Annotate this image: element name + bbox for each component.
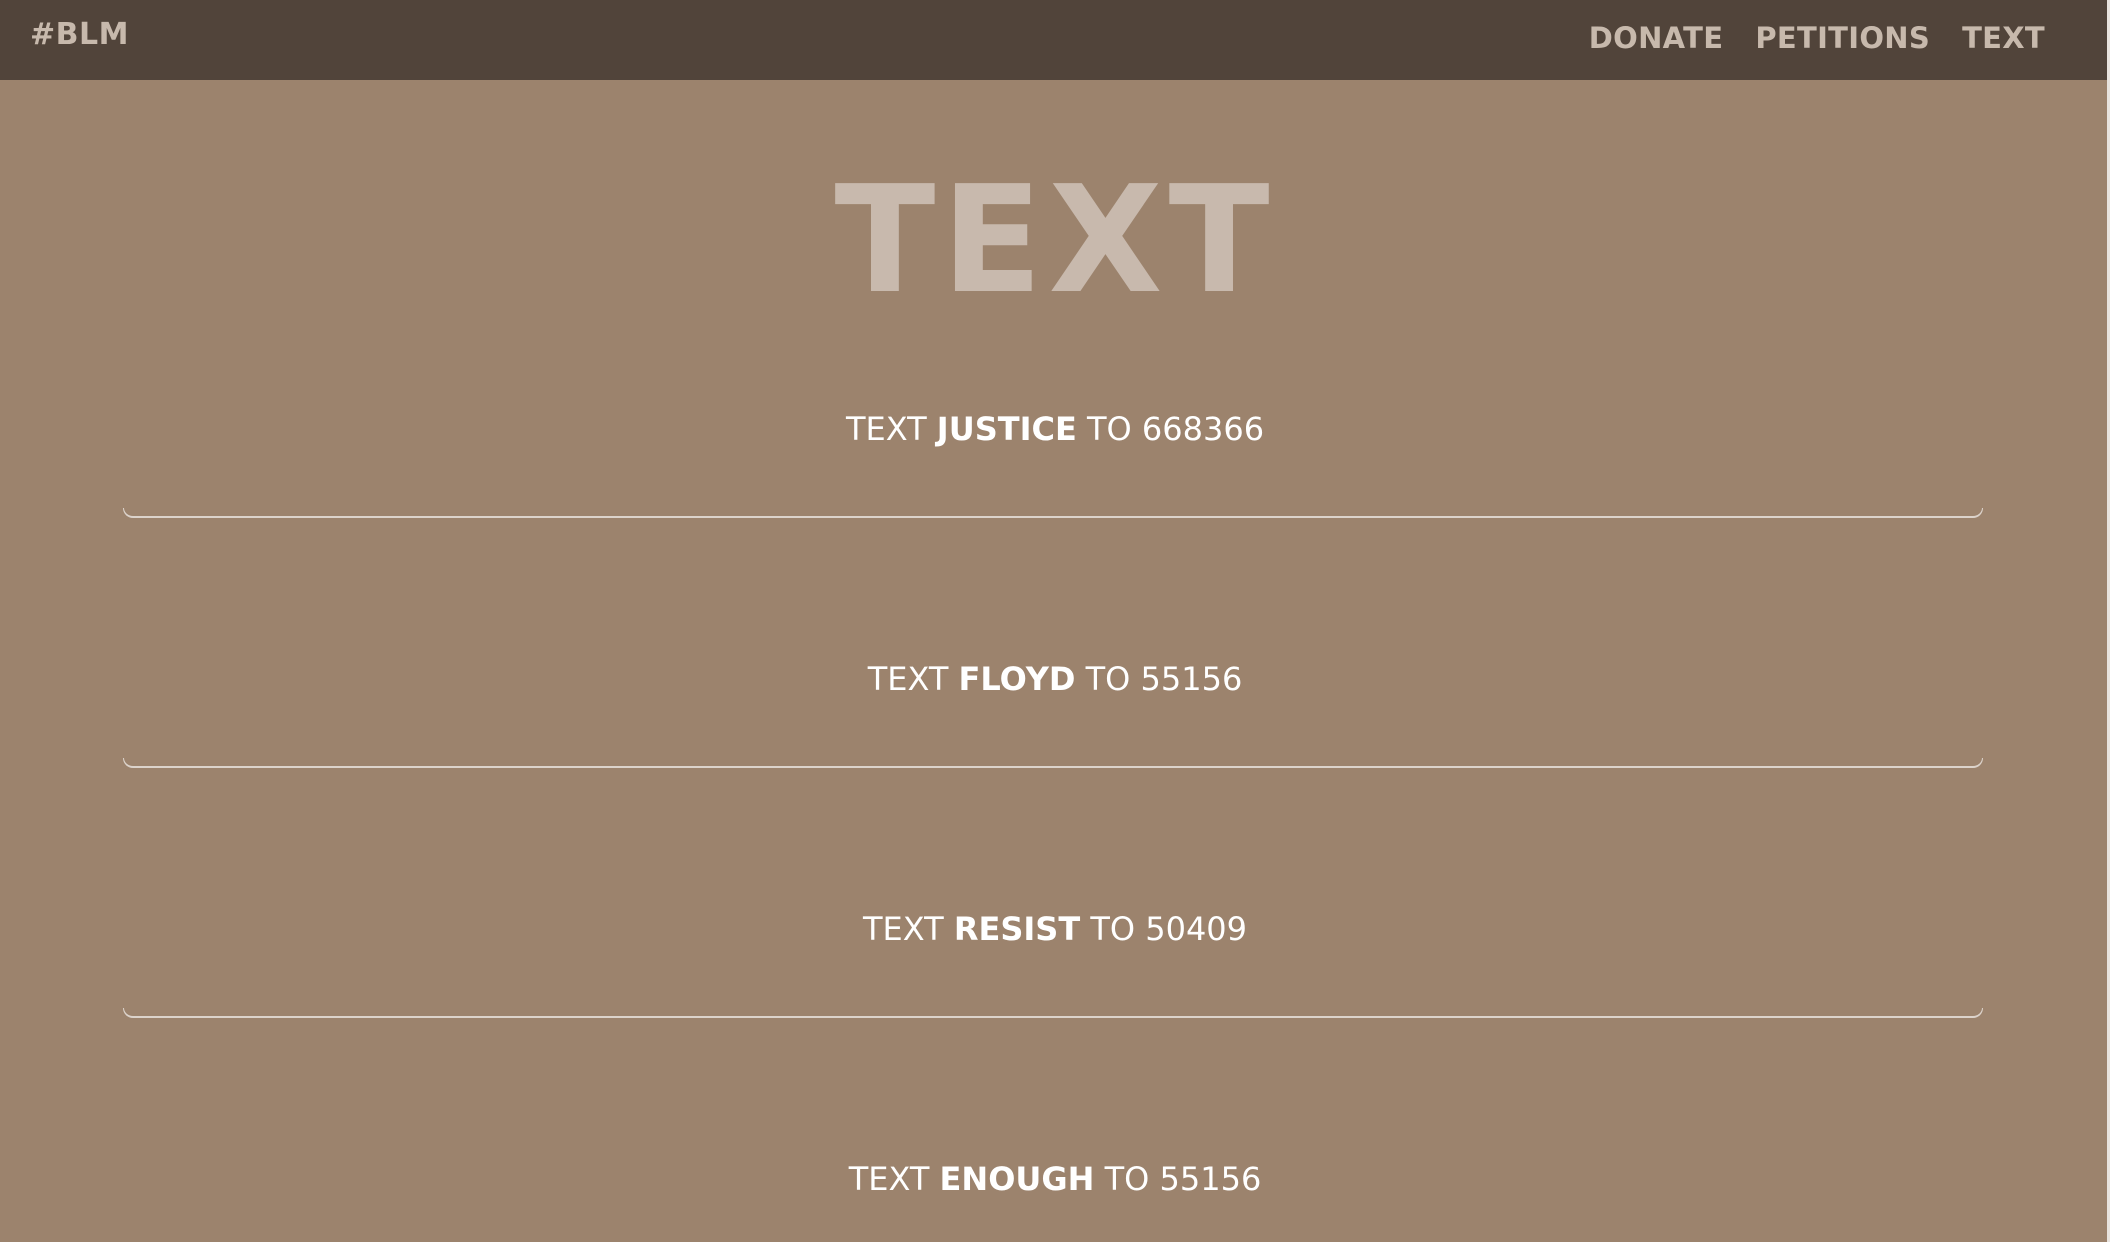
entry-suffix: TO 668366 <box>1076 410 1265 448</box>
entry-keyword: RESIST <box>953 910 1081 948</box>
nav-links: DONATE PETITIONS TEXT <box>1589 0 2045 76</box>
entry-suffix: TO 50409 <box>1080 910 1248 948</box>
entry-suffix: TO 55156 <box>1075 660 1243 698</box>
nav-text-link[interactable]: TEXT <box>1962 21 2045 55</box>
entry-divider <box>123 1008 1983 1018</box>
text-entry-resist: TEXT RESIST TO 50409 <box>0 909 2110 949</box>
text-entry-floyd: TEXT FLOYD TO 55156 <box>0 659 2110 699</box>
brand-logo[interactable]: #BLM <box>30 0 129 70</box>
entry-prefix: TEXT <box>862 910 954 948</box>
nav-petitions-link[interactable]: PETITIONS <box>1755 21 1930 55</box>
text-entry-justice: TEXT JUSTICE TO 668366 <box>0 409 2110 449</box>
top-navbar: #BLM DONATE PETITIONS TEXT <box>0 0 2110 80</box>
entry-keyword: JUSTICE <box>936 410 1077 448</box>
entry-prefix: TEXT <box>848 1160 940 1198</box>
nav-donate-link[interactable]: DONATE <box>1589 21 1724 55</box>
text-entry-enough: TEXT ENOUGH TO 55156 <box>0 1159 2110 1199</box>
entry-keyword: FLOYD <box>958 660 1076 698</box>
entry-prefix: TEXT <box>845 410 937 448</box>
entry-divider <box>123 508 1983 518</box>
entry-prefix: TEXT <box>867 660 959 698</box>
page-title: TEXT <box>834 154 1276 326</box>
entry-suffix: TO 55156 <box>1094 1160 1262 1198</box>
entry-keyword: ENOUGH <box>939 1160 1095 1198</box>
entry-divider <box>123 758 1983 768</box>
